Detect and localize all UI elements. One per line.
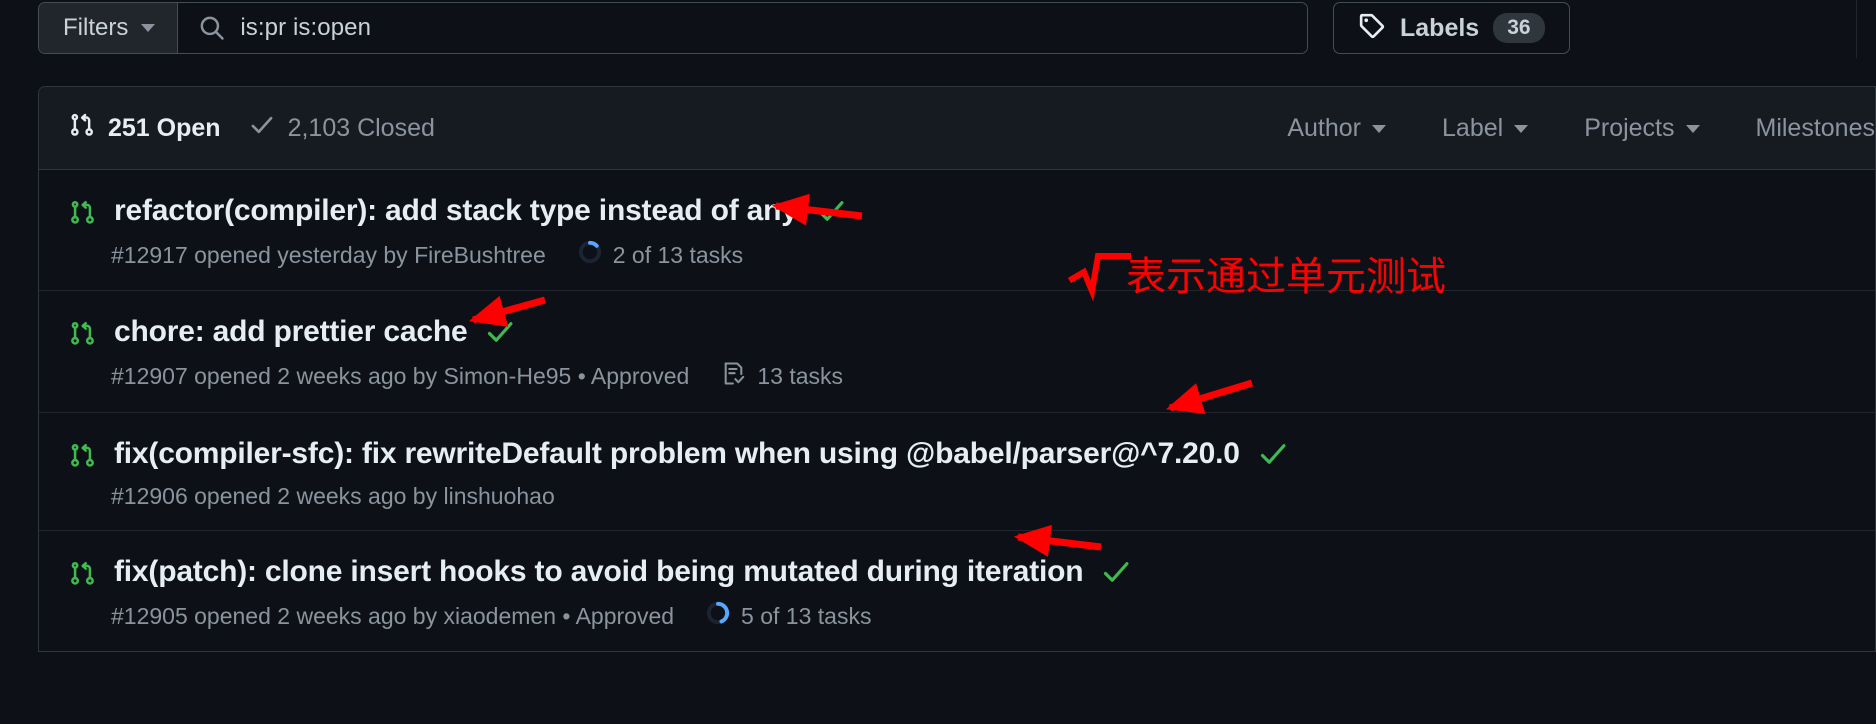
pull-request-icon [69,557,96,587]
table-row[interactable]: fix(compiler-sfc): fix rewriteDefault pr… [39,413,1875,531]
toolbar-right-divider [1856,0,1857,58]
projects-dropdown[interactable]: Projects [1584,114,1700,143]
author-dropdown-label: Author [1287,114,1362,142]
pr-tasks-label: 13 tasks [757,363,844,389]
table-row[interactable]: refactor(compiler): add stack type inste… [39,170,1875,291]
pull-request-icon [69,317,96,347]
pr-title-link[interactable]: fix(compiler-sfc): fix rewriteDefault pr… [114,437,1240,471]
pr-title-line: fix(patch): clone insert hooks to avoid … [69,555,1875,589]
pr-metadata: #12905 opened 2 weeks ago by xiaodemen •… [111,601,1875,631]
pr-meta-text: #12906 opened 2 weeks ago by linshuohao [111,483,555,509]
labels-count-badge: 36 [1493,13,1545,43]
pr-metadata: #12906 opened 2 weeks ago by linshuohao [111,483,1875,510]
state-filters: 251 Open 2,103 Closed [69,112,435,145]
table-row[interactable]: chore: add prettier cache #12907 opened … [39,291,1875,413]
task-progress-icon [706,601,730,631]
author-dropdown[interactable]: Author [1287,114,1387,143]
annotation-note-text: 表示通过单元测试 [1126,254,1446,300]
filters-button-label: Filters [63,14,129,41]
checks-passed-icon [485,317,515,347]
open-count-label: 251 Open [108,113,221,142]
closed-count-label: 2,103 Closed [287,113,435,142]
chevron-down-icon [1685,124,1700,133]
filter-dropdowns: Author Label Projects Milestones [1287,87,1875,170]
checks-passed-icon [1101,557,1131,587]
tasklist-icon [721,361,746,392]
chevron-down-icon [1514,124,1529,133]
pr-meta-text: #12917 opened yesterday by FireBushtree [111,241,546,268]
search-query-text: is:pr is:open [240,14,372,41]
pull-request-list: 251 Open 2,103 Closed Author Label Proje… [38,86,1876,652]
chevron-down-icon [141,24,156,32]
pr-tasks-label: 5 of 13 tasks [741,602,872,629]
filters-button[interactable]: Filters [39,3,179,53]
pr-title-link[interactable]: chore: add prettier cache [114,315,468,349]
milestones-dropdown-label: Milestones [1755,114,1876,142]
pr-metadata: #12917 opened yesterday by FireBushtree … [111,240,1875,270]
pr-tasks-label: 2 of 13 tasks [612,241,744,268]
pr-meta-text: #12907 opened 2 weeks ago by Simon-He95 … [111,363,690,389]
pr-title-line: refactor(compiler): add stack type inste… [69,194,1875,228]
label-dropdown[interactable]: Label [1442,114,1529,143]
labels-button[interactable]: Labels 36 [1333,2,1570,54]
search-input[interactable]: is:pr is:open [178,3,1307,53]
pr-title-line: fix(compiler-sfc): fix rewriteDefault pr… [69,437,1875,471]
checks-passed-icon [816,196,846,226]
pr-meta-text: #12905 opened 2 weeks ago by xiaodemen •… [111,602,675,629]
task-progress-icon [578,240,602,270]
list-header: 251 Open 2,103 Closed Author Label Proje… [39,87,1875,170]
pr-title-line: chore: add prettier cache [69,315,1875,349]
filters-and-search-group: Filters is:pr is:open [38,2,1308,54]
pr-title-link[interactable]: fix(patch): clone insert hooks to avoid … [114,555,1084,589]
projects-dropdown-label: Projects [1584,114,1675,142]
chevron-down-icon [1372,124,1387,133]
pull-request-icon [69,439,96,469]
checks-passed-icon [1258,439,1288,469]
tag-icon [1358,12,1386,45]
label-dropdown-label: Label [1442,114,1504,142]
check-icon [249,112,275,145]
milestones-dropdown[interactable]: Milestones [1756,114,1876,143]
labels-button-label: Labels [1400,13,1480,42]
pr-metadata: #12907 opened 2 weeks ago by Simon-He95 … [111,361,1875,392]
open-count-filter[interactable]: 251 Open [69,112,221,145]
search-toolbar: Filters is:pr is:open Labels 36 [0,0,1876,58]
pr-title-link[interactable]: refactor(compiler): add stack type inste… [114,194,798,228]
search-icon [198,14,226,42]
table-row[interactable]: fix(patch): clone insert hooks to avoid … [39,531,1875,651]
pull-request-icon [69,196,96,226]
closed-count-filter[interactable]: 2,103 Closed [249,112,435,145]
pull-request-icon [69,112,95,145]
